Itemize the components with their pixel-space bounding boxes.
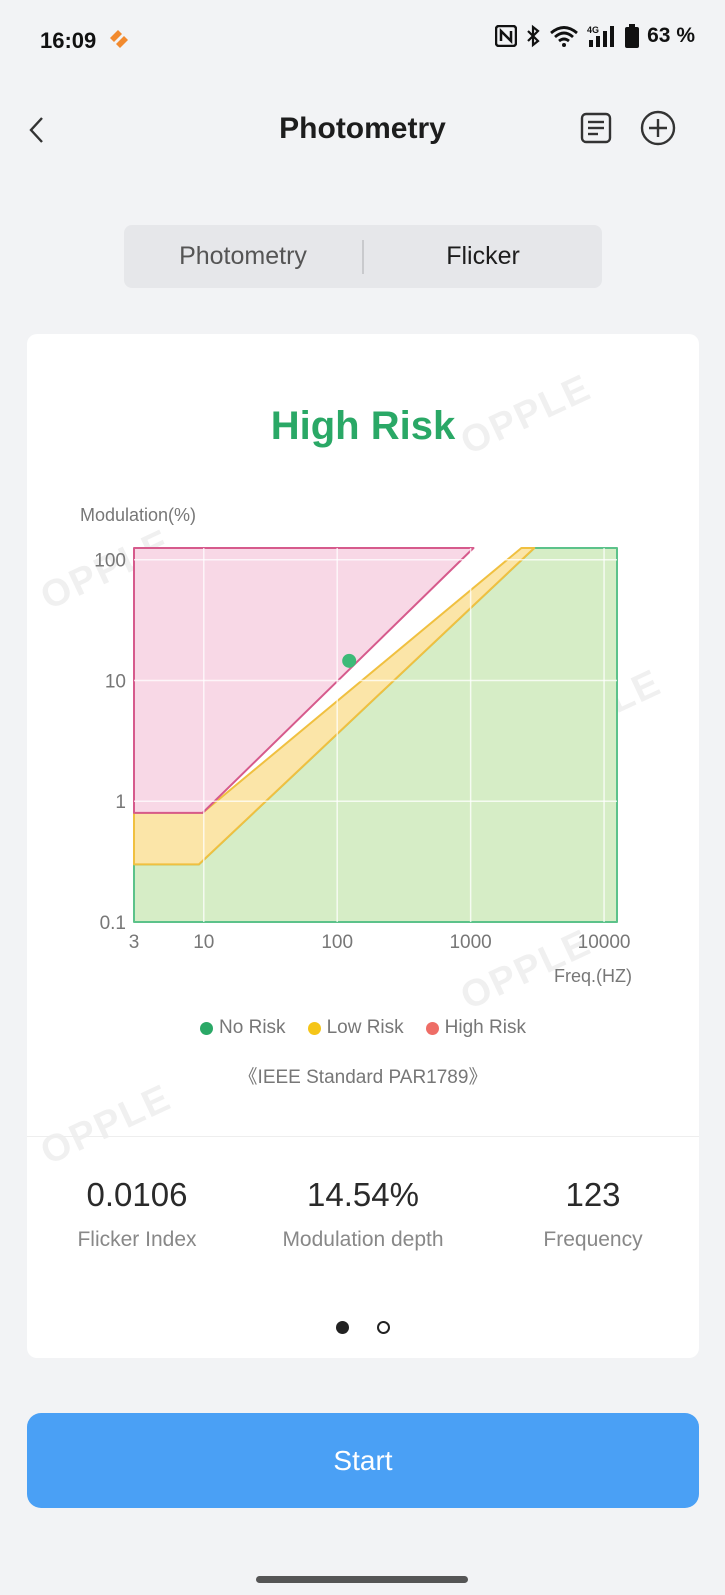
page-dot-2[interactable] [377, 1321, 390, 1334]
frequency-label: Frequency [543, 1228, 643, 1251]
watermark: OPPLE [34, 1076, 178, 1174]
page-title: Photometry [279, 112, 446, 145]
status-bar: 16:09 4G 63 % [0, 0, 725, 80]
legend-label: Low Risk [326, 1017, 404, 1038]
x-tick-label: 10000 [578, 932, 631, 953]
x-tick-label: 3 [129, 932, 140, 953]
svg-text:4G: 4G [587, 25, 599, 35]
legend-label: High Risk [444, 1017, 526, 1038]
notification-app-icon [108, 28, 130, 53]
legend-dot-low-risk [307, 1021, 321, 1035]
battery-icon [625, 24, 640, 48]
document-icon [580, 112, 612, 144]
start-button[interactable]: Start [27, 1413, 699, 1508]
battery-percentage: 63 % [647, 24, 695, 47]
standard-reference: 《IEEE Standard PAR1789》 [238, 1067, 488, 1088]
flicker-index-label: Flicker Index [77, 1228, 197, 1251]
modulation-depth-value: 14.54% [307, 1176, 419, 1213]
y-tick-label: 100 [94, 551, 126, 572]
y-tick-label: 10 [105, 671, 126, 692]
status-icons: 4G 63 % [495, 24, 695, 48]
x-tick-label: 10 [193, 932, 214, 953]
nfc-icon [495, 25, 518, 47]
metric-frequency: 123 Frequency [483, 1176, 699, 1252]
status-time: 16:09 [40, 28, 97, 53]
add-button[interactable] [638, 108, 678, 148]
tab-flicker[interactable]: Flicker [364, 242, 602, 271]
metric-flicker-index: 0.0106 Flicker Index [27, 1176, 247, 1252]
y-tick-label: 1 [115, 792, 126, 813]
flicker-result-card: OPPLE OPPLE OPPLE OPPLE OPPLE High Risk … [27, 334, 699, 1358]
x-tick-label: 1000 [449, 932, 491, 953]
page-dot-1[interactable] [336, 1321, 349, 1334]
legend-item-high-risk: High Risk [425, 1017, 526, 1039]
legend-item-no-risk: No Risk [200, 1017, 286, 1039]
divider [27, 1136, 699, 1137]
page-indicator [27, 1321, 699, 1334]
flicker-index-value: 0.0106 [86, 1176, 188, 1213]
mode-tabs: Photometry Flicker [124, 225, 602, 288]
legend-dot-no-risk [200, 1021, 214, 1035]
y-axis-label: Modulation(%) [80, 505, 196, 525]
app-header: Photometry [0, 90, 725, 170]
modulation-depth-label: Modulation depth [282, 1228, 444, 1251]
measurement-point [342, 653, 357, 668]
frequency-value: 123 [565, 1176, 621, 1213]
cellular-signal-icon: 4G [587, 25, 615, 47]
legend-dot-high-risk [425, 1021, 439, 1035]
wifi-icon [550, 26, 579, 47]
bluetooth-icon [527, 24, 540, 48]
y-tick-label: 0.1 [100, 913, 126, 934]
chart-legend: No Risk Low Risk High Risk [27, 1017, 699, 1039]
metric-modulation-depth: 14.54% Modulation depth [253, 1176, 473, 1252]
legend-label: No Risk [219, 1017, 286, 1038]
x-tick-label: 100 [321, 932, 353, 953]
tab-photometry[interactable]: Photometry [124, 242, 362, 271]
legend-item-low-risk: Low Risk [307, 1017, 404, 1039]
flicker-risk-chart: 3 10 100 1000 10000 0.1 1 10 100 Modulation(%) Fre… [80, 505, 632, 986]
home-indicator[interactable] [256, 1576, 468, 1583]
plus-circle-icon [640, 110, 676, 146]
x-axis-label: Freq.(HZ) [554, 966, 632, 986]
report-button[interactable] [578, 110, 614, 146]
